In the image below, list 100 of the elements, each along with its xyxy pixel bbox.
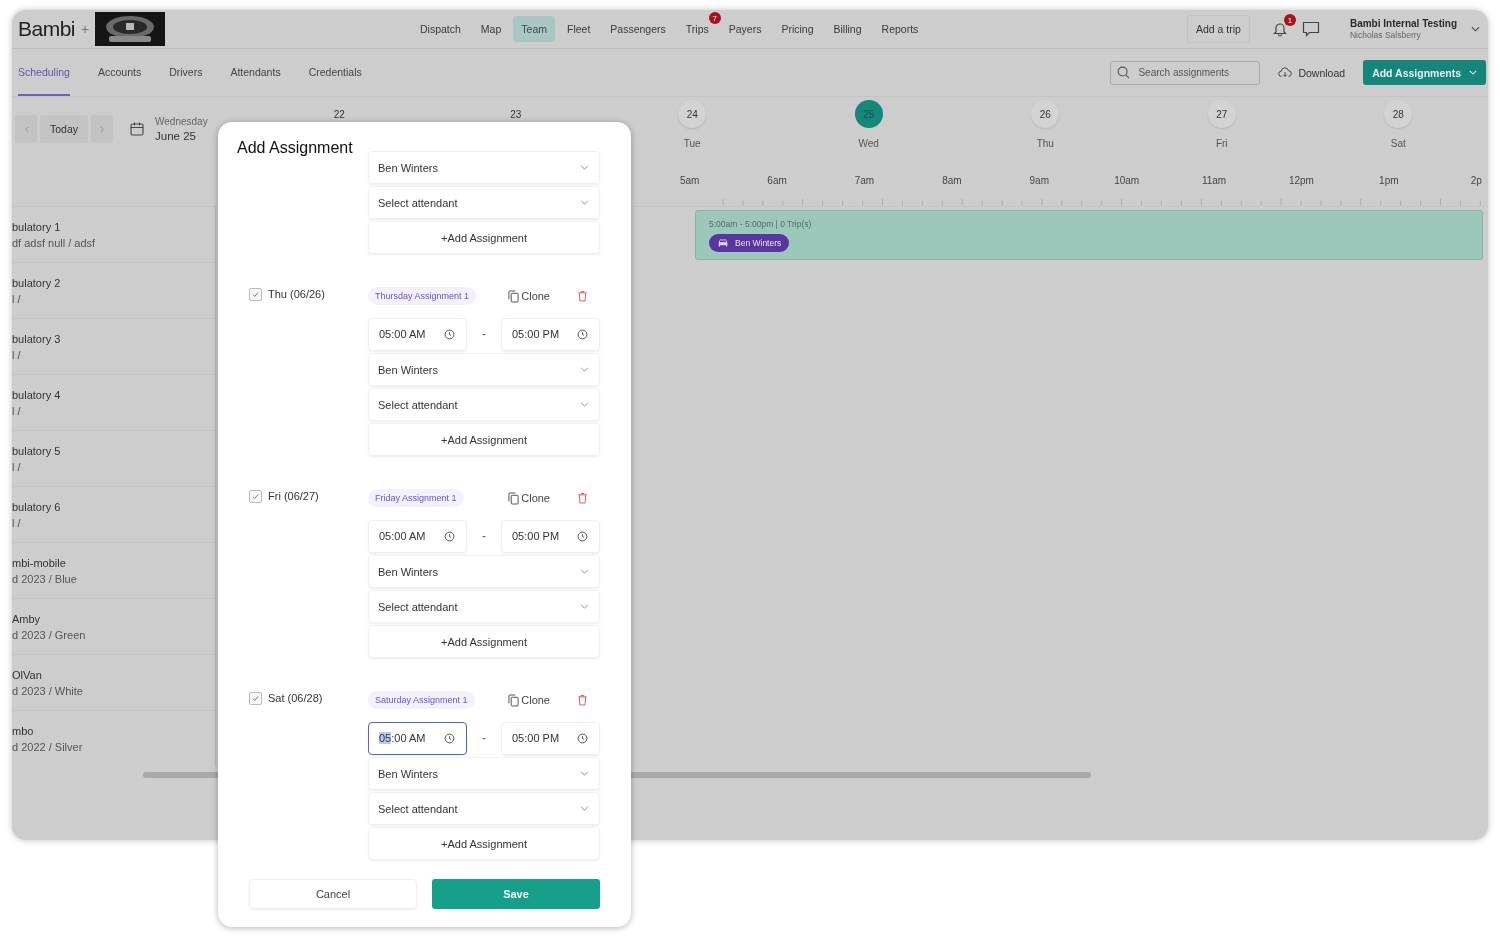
nav-tab[interactable]: Map (472, 16, 510, 42)
day-checkbox[interactable] (249, 692, 262, 705)
driver-select[interactable]: Ben Winters (368, 555, 600, 588)
add-assignment-button[interactable]: +Add Assignment (368, 827, 600, 860)
day-label: Sat (06/28) (268, 692, 323, 704)
start-time-field[interactable]: 05:00 AM (368, 721, 467, 755)
attendant-select[interactable]: Select attendant (368, 792, 600, 825)
copy-icon (508, 693, 520, 707)
driver-name: Ben Winters (735, 238, 782, 248)
vehicle-detail: d 2023 / Blue (12, 572, 78, 585)
clone-button[interactable]: Clone (508, 289, 550, 303)
calendar-icon[interactable] (130, 122, 144, 136)
nav-tab[interactable]: Billing (825, 16, 870, 42)
search-input[interactable]: Search assignments (1136, 66, 1251, 79)
bell-icon[interactable] (1271, 21, 1288, 37)
attendant-select[interactable]: Select attendant (368, 388, 600, 421)
nav-tab[interactable]: Payers (720, 16, 770, 42)
bambi-logo[interactable]: Bambi (18, 17, 76, 41)
day-name: Fri (1215, 138, 1228, 149)
nav-tab[interactable]: Passengers (602, 16, 674, 42)
assignment-tag: Saturday Assignment 1 (368, 691, 475, 709)
chevron-down-icon (580, 569, 589, 574)
add-assignment-button[interactable]: +Add Assignment (368, 221, 600, 254)
hour-label: 7am (854, 175, 875, 186)
driver-select[interactable]: Ben Winters (368, 353, 600, 386)
attendant-select[interactable]: Select attendant (368, 590, 600, 623)
hour-label: 1pm (1379, 175, 1399, 186)
hour-label: 8am (942, 175, 962, 186)
clock-icon (577, 530, 588, 542)
chat-icon[interactable] (1301, 21, 1320, 37)
section-tab[interactable]: Scheduling (18, 49, 70, 96)
time-separator: - (482, 327, 486, 341)
download-button[interactable]: Download (1274, 60, 1350, 85)
trash-icon[interactable] (578, 492, 587, 504)
nav-tab[interactable]: Pricing (773, 16, 822, 42)
vehicle-name: bulatory 2 (12, 276, 62, 289)
user-name: Nicholas Salsberry (1349, 30, 1422, 40)
clock-icon (444, 328, 455, 340)
day-name: Tue (683, 138, 701, 149)
start-time-field[interactable]: 05:00 AM (368, 519, 467, 553)
caret-icon (1469, 70, 1477, 75)
start-time-field[interactable]: 05:00 AM (368, 317, 467, 351)
end-time-field[interactable]: 05:00 PM (501, 317, 600, 351)
add-assignment-button[interactable]: +Add Assignment (368, 423, 600, 456)
nav-tab[interactable]: Team (513, 16, 555, 42)
day-name: Sat (1390, 138, 1406, 149)
trash-icon[interactable] (578, 290, 587, 302)
hour-label: 6am (767, 175, 787, 186)
today-button[interactable]: Today (40, 115, 88, 143)
logo-separator: + (81, 21, 90, 37)
hour-label: 5am (679, 175, 700, 186)
nav-tab[interactable]: Fleet (559, 16, 599, 42)
cloud-download-icon (1278, 67, 1293, 78)
hour-label: 9am (1029, 175, 1049, 186)
clone-button[interactable]: Clone (508, 693, 550, 707)
day-number[interactable]: 26 (1031, 100, 1060, 128)
day-number[interactable]: 27 (1207, 100, 1236, 128)
vehicle-name: bulatory 5 (12, 444, 62, 457)
hour-label: 2p (1470, 175, 1482, 186)
section-tab[interactable]: Attendants (230, 49, 281, 96)
end-time-field[interactable]: 05:00 PM (501, 721, 600, 755)
add-assignments-button[interactable]: Add Assignments (1363, 60, 1486, 85)
chevron-down-icon (580, 165, 589, 170)
day-number[interactable]: 28 (1384, 100, 1413, 128)
check-icon (252, 291, 259, 298)
chevron-down-icon (580, 604, 589, 609)
vehicle-detail: l / (12, 460, 22, 473)
section-tab[interactable]: Accounts (97, 49, 142, 96)
time-separator: - (482, 529, 486, 543)
cancel-button[interactable]: Cancel (249, 879, 417, 909)
vehicle-name: OlVan (12, 668, 43, 681)
vehicle-detail: d 2022 / Silver (12, 740, 84, 753)
day-checkbox[interactable] (249, 490, 262, 503)
day-checkbox[interactable] (249, 288, 262, 301)
day-name: Thu (1036, 138, 1054, 149)
search-field[interactable]: Search assignments (1110, 60, 1261, 85)
driver-select[interactable]: Ben Winters (368, 757, 600, 790)
attendant-select[interactable]: Select attendant (368, 186, 600, 219)
time-separator: - (482, 731, 486, 745)
nav-tab[interactable]: Dispatch (412, 16, 469, 42)
driver-chip[interactable]: Ben Winters (709, 234, 790, 252)
vehicle-detail: l / (12, 404, 22, 417)
section-tab[interactable]: Drivers (169, 49, 203, 96)
chevron-right-icon (99, 125, 105, 133)
day-number[interactable]: 24 (678, 100, 707, 128)
assignment-bar[interactable]: 5:00am - 5:00pm | 0 Trip(s) Ben Winters (695, 210, 1483, 260)
add-assignment-button[interactable]: +Add Assignment (368, 625, 600, 658)
driver-select[interactable]: Ben Winters (368, 151, 600, 184)
nav-tab[interactable]: Reports (873, 16, 927, 42)
section-tab[interactable]: Credentials (308, 49, 362, 96)
assignment-summary: 5:00am - 5:00pm | 0 Trip(s) (709, 219, 812, 229)
partner-logo (95, 12, 166, 46)
end-time-field[interactable]: 05:00 PM (501, 519, 600, 553)
dialog-title: Add Assignment (237, 139, 353, 157)
check-icon (252, 493, 259, 500)
check-icon (252, 695, 259, 702)
caret-icon[interactable] (1471, 26, 1480, 32)
add-trip-button[interactable]: Add a trip (1187, 15, 1250, 43)
trash-icon[interactable] (578, 694, 587, 706)
clone-button[interactable]: Clone (508, 491, 550, 505)
